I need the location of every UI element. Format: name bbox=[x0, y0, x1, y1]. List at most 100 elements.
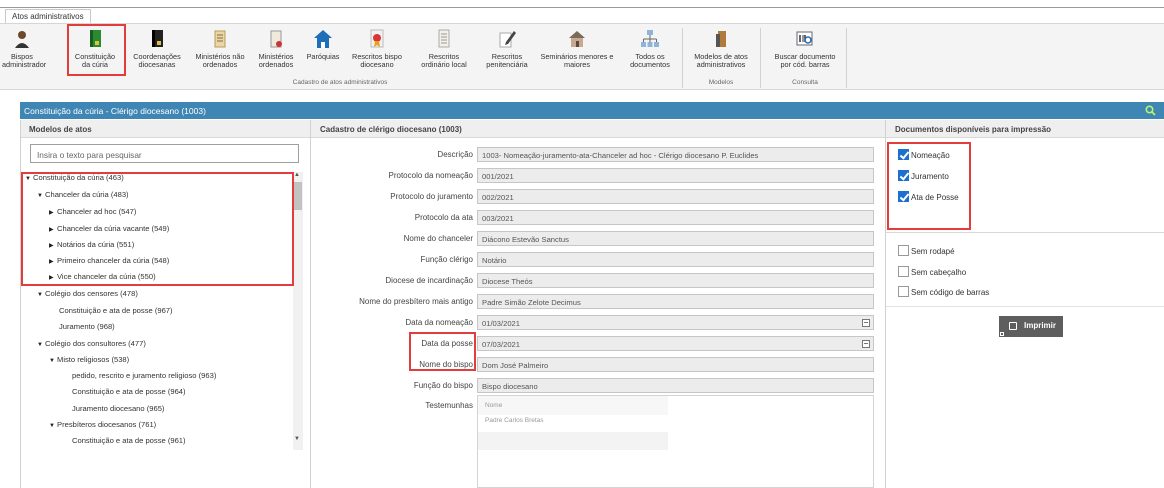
field-label: Função clérigo bbox=[420, 255, 473, 264]
checkbox-checked-icon[interactable] bbox=[898, 191, 909, 202]
checkbox-checked-icon[interactable] bbox=[898, 170, 909, 181]
checkbox-icon[interactable] bbox=[898, 286, 909, 297]
field-label: Data da nomeação bbox=[405, 318, 473, 327]
search-icon[interactable] bbox=[1145, 105, 1156, 116]
scroll-icon bbox=[210, 29, 230, 49]
calendar-icon[interactable] bbox=[862, 340, 870, 348]
tree-item[interactable]: ▶ Chanceler da cúria vacante (549) bbox=[49, 224, 169, 233]
doc-nomeacao-checkbox[interactable]: Nomeação bbox=[898, 149, 950, 160]
tree-item[interactable]: ▼ Colégio dos censores (478) bbox=[37, 289, 138, 298]
document-lines-icon bbox=[434, 29, 454, 49]
medal-icon bbox=[367, 29, 387, 49]
tree-item[interactable]: ▼ Presbíteros diocesanos (761) bbox=[49, 420, 156, 429]
tree-item[interactable]: Constituição e ata de posse (961) bbox=[72, 436, 186, 445]
tree-item[interactable]: Juramento (968) bbox=[59, 322, 115, 331]
right-divider bbox=[886, 232, 1164, 233]
group-label-modelos: Modelos bbox=[708, 79, 734, 86]
protocolo-ata-field[interactable]: 003/2021 bbox=[477, 210, 874, 225]
sem-codigo-barras-checkbox[interactable]: Sem código de barras bbox=[898, 286, 989, 297]
tree-item[interactable]: ▶ Vice chanceler da cúria (550) bbox=[49, 272, 156, 281]
tree-item[interactable]: ▼ Constituição da cúria (463) bbox=[25, 173, 124, 182]
tree-scroll-thumb[interactable] bbox=[294, 182, 302, 210]
document-stack-icon bbox=[711, 29, 731, 49]
sem-cabecalho-checkbox[interactable]: Sem cabeçalho bbox=[898, 266, 966, 277]
window-title: Constituição da cúria - Clérigo diocesan… bbox=[24, 106, 206, 116]
checkbox-icon[interactable] bbox=[898, 266, 909, 277]
paroquias-button[interactable]: Paróquias bbox=[302, 27, 344, 79]
ribbon-separator bbox=[682, 28, 683, 88]
tree-scrollbar[interactable] bbox=[293, 172, 303, 450]
hierarchy-icon bbox=[640, 29, 660, 49]
seminarios-button[interactable]: Seminários menores e maiores bbox=[538, 27, 616, 79]
tree-item[interactable]: Constituição e ata de posse (967) bbox=[59, 306, 173, 315]
buscar-codigo-barras-button[interactable]: Buscar documento por cód. barras bbox=[765, 27, 845, 79]
church-icon bbox=[313, 29, 333, 49]
witness-empty-row[interactable] bbox=[478, 432, 668, 450]
field-label: Nome do bispo bbox=[419, 360, 473, 369]
tree-search-input[interactable]: Insira o texto para pesquisar bbox=[30, 144, 299, 163]
diocese-incardinacao-field[interactable]: Diocese Theós bbox=[477, 273, 874, 288]
document-seal-icon bbox=[266, 29, 286, 49]
coordenacoes-button[interactable]: Coordenações diocesanas bbox=[130, 27, 184, 79]
print-button[interactable]: Imprimir bbox=[999, 316, 1063, 337]
witnesses-column-header: Nome bbox=[478, 396, 668, 415]
doc-ata-posse-checkbox[interactable]: Ata de Posse bbox=[898, 191, 959, 202]
tree-item[interactable]: ▶ Chanceler ad hoc (547) bbox=[49, 207, 136, 216]
field-label: Descrição bbox=[437, 150, 473, 159]
witnesses-grid[interactable]: Nome Padre Carlos Bretas bbox=[477, 395, 874, 488]
descricao-field[interactable]: 1003- Nomeação-juramento-ata-Chanceler a… bbox=[477, 147, 874, 162]
group-label-cadastro: Cadastro de atos administrativos bbox=[292, 79, 388, 86]
scroll-up-icon[interactable]: ▲ bbox=[294, 172, 300, 178]
left-pane-header: Modelos de atos bbox=[20, 120, 310, 138]
ribbon: Bispos administrador Constituição da cúr… bbox=[0, 23, 1164, 90]
barcode-search-icon bbox=[795, 29, 815, 49]
bishop-icon bbox=[12, 29, 32, 49]
ribbon-separator bbox=[760, 28, 761, 88]
field-label: Função do bispo bbox=[413, 381, 473, 390]
tree-item[interactable]: ▼ Chanceler da cúria (483) bbox=[37, 190, 129, 199]
checkbox-checked-icon[interactable] bbox=[898, 149, 909, 160]
presbitero-antigo-field[interactable]: Padre Simão Zelote Decimus bbox=[477, 294, 874, 309]
field-label: Nome do chanceler bbox=[403, 234, 473, 243]
protocolo-nomeacao-field[interactable]: 001/2021 bbox=[477, 168, 874, 183]
tree-item[interactable]: Constituição e ata de posse (964) bbox=[72, 387, 186, 396]
ribbon-tab-atos[interactable]: Atos administrativos bbox=[5, 9, 91, 23]
field-label: Diocese de incardinação bbox=[385, 276, 473, 285]
ribbon-separator bbox=[846, 28, 847, 88]
pane-divider bbox=[885, 120, 886, 488]
calendar-icon[interactable] bbox=[862, 319, 870, 327]
protocolo-juramento-field[interactable]: 002/2021 bbox=[477, 189, 874, 204]
field-label: Protocolo do juramento bbox=[390, 192, 473, 201]
constituicao-curia-button[interactable]: Constituição da cúria bbox=[70, 27, 120, 79]
todos-documentos-button[interactable]: Todos os documentos bbox=[622, 27, 678, 79]
rescritos-bispo-button[interactable]: Rescritos bispo diocesano bbox=[346, 27, 408, 79]
funcao-bispo-field[interactable]: Bispo diocesano bbox=[477, 378, 874, 393]
tree-item[interactable]: ▶ Primeiro chanceler da cúria (548) bbox=[49, 256, 169, 265]
tree-item[interactable]: ▶ Notários da cúria (551) bbox=[49, 240, 134, 249]
scroll-down-icon[interactable]: ▼ bbox=[294, 436, 300, 442]
doc-juramento-checkbox[interactable]: Juramento bbox=[898, 170, 949, 181]
building-icon bbox=[567, 29, 587, 49]
nome-chanceler-field[interactable]: Diácono Estevão Sanctus bbox=[477, 231, 874, 246]
ministerios-nao-ordenados-button[interactable]: Ministérios não ordenados bbox=[190, 27, 250, 79]
form-pane-header: Cadastro de clérigo diocesano (1003) bbox=[311, 120, 885, 138]
rescritos-penitenciaria-button[interactable]: Rescritos penitenciária bbox=[478, 27, 536, 79]
tree-item[interactable]: pedido, rescrito e juramento religioso (… bbox=[72, 371, 216, 380]
funcao-clerigo-field[interactable]: Notário bbox=[477, 252, 874, 267]
data-nomeacao-field[interactable]: 01/03/2021 bbox=[477, 315, 874, 330]
checkbox-icon[interactable] bbox=[898, 245, 909, 256]
nome-bispo-field[interactable]: Dom José Palmeiro bbox=[477, 357, 874, 372]
sem-rodape-checkbox[interactable]: Sem rodapé bbox=[898, 245, 955, 256]
black-book-icon bbox=[147, 29, 167, 49]
bispos-button[interactable]: Bispos administrador bbox=[2, 27, 46, 79]
tree-item[interactable]: ▼ Misto religiosos (538) bbox=[49, 355, 129, 364]
modelos-atos-button[interactable]: Modelos de atos administrativos bbox=[686, 27, 756, 79]
data-posse-field[interactable]: 07/03/2021 bbox=[477, 336, 874, 351]
tree-item[interactable]: ▼ Colégio dos consultores (477) bbox=[37, 339, 146, 348]
tree-item[interactable]: Juramento diocesano (965) bbox=[72, 404, 164, 413]
witness-row[interactable]: Padre Carlos Bretas bbox=[478, 417, 668, 424]
field-label: Testemunhas bbox=[425, 401, 473, 410]
ministerios-ordenados-button[interactable]: Ministérios ordenados bbox=[254, 27, 298, 79]
rescritos-ordinario-button[interactable]: Rescritos ordinário local bbox=[415, 27, 473, 79]
field-label: Protocolo da nomeação bbox=[388, 171, 474, 180]
